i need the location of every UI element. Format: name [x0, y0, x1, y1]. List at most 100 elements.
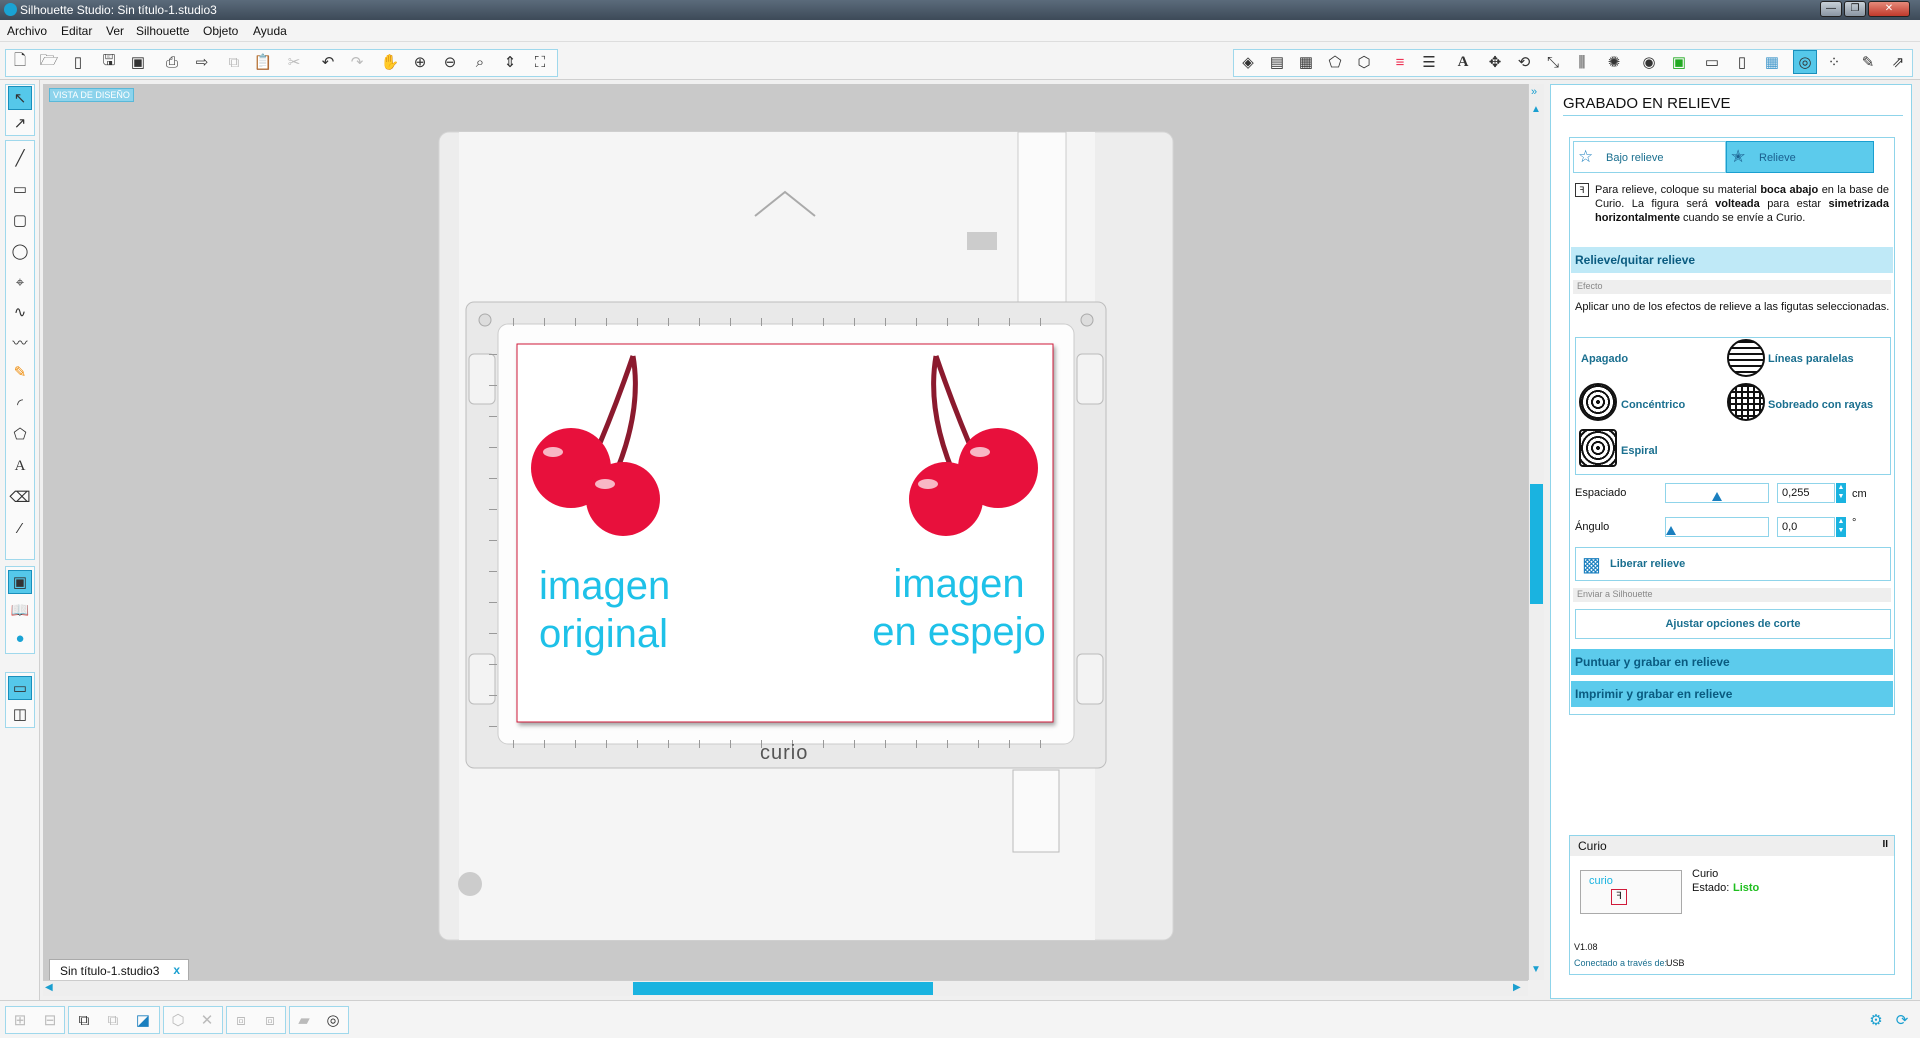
split-view-icon[interactable]: ◫: [8, 702, 32, 726]
vertical-scroll-thumb[interactable]: [1530, 484, 1543, 604]
select-tool-icon[interactable]: ↖: [8, 86, 32, 110]
fill-pattern-icon[interactable]: ▦: [1294, 50, 1318, 74]
zoom-in-icon[interactable]: ⊕: [408, 50, 432, 74]
make-compound-icon[interactable]: ⧉: [72, 1008, 96, 1032]
weld-icon[interactable]: ⬡: [166, 1008, 190, 1032]
grid-icon[interactable]: ▦: [1760, 50, 1784, 74]
cut-icon[interactable]: ✂: [282, 50, 306, 74]
angle-stepper[interactable]: ▲ ▼: [1836, 517, 1846, 537]
send-to-silhouette-icon[interactable]: ⇨: [190, 50, 214, 74]
design-canvas[interactable]: VISTA DE DISEÑO imagen original imagen e…: [43, 84, 1528, 980]
eraser-tool-icon[interactable]: ⌫: [8, 485, 32, 509]
line-tool-icon[interactable]: ╱: [8, 146, 32, 170]
open-library-icon[interactable]: ▯: [66, 50, 90, 74]
save-to-library-icon[interactable]: ▣: [126, 50, 150, 74]
arc-tool-icon[interactable]: ◜: [8, 392, 32, 416]
text-tool-icon[interactable]: A: [8, 454, 32, 478]
menu-ver[interactable]: Ver: [106, 24, 124, 38]
layers-icon[interactable]: ▯: [1730, 50, 1754, 74]
regular-polygon-tool-icon[interactable]: ⬠: [8, 422, 32, 446]
text-style-icon[interactable]: A: [1451, 50, 1475, 74]
release-compound-icon[interactable]: ⧉: [101, 1008, 125, 1032]
effect-lineas-paralelas[interactable]: Líneas paralelas: [1768, 353, 1854, 365]
bring-front-icon[interactable]: ◪: [131, 1008, 155, 1032]
scroll-right-icon[interactable]: ▶: [1513, 982, 1521, 993]
menu-objeto[interactable]: Objeto: [203, 24, 238, 38]
menu-archivo[interactable]: Archivo: [7, 24, 47, 38]
spiral-icon[interactable]: [1579, 429, 1617, 467]
tab-relieve[interactable]: ✭ Relieve: [1726, 141, 1874, 173]
send-icon[interactable]: ⇗: [1886, 50, 1910, 74]
effect-apagado[interactable]: Apagado: [1581, 353, 1628, 365]
ellipse-tool-icon[interactable]: ◯: [8, 239, 32, 263]
copy-icon[interactable]: ⧉: [222, 50, 246, 74]
duplicate-icon[interactable]: ⧈: [229, 1008, 253, 1032]
angle-slider-thumb[interactable]: [1666, 526, 1676, 535]
cut-settings-icon[interactable]: ✎: [1856, 50, 1880, 74]
concentric-icon[interactable]: [1579, 383, 1617, 421]
effect-espiral[interactable]: Espiral: [1621, 445, 1658, 457]
scroll-left-icon[interactable]: ◀: [45, 982, 53, 993]
freehand-tool-icon[interactable]: 〰: [8, 330, 32, 354]
curve-tool-icon[interactable]: ∿: [8, 300, 32, 324]
line-style-bars-icon[interactable]: ☰: [1417, 50, 1441, 74]
spacing-stepper[interactable]: ▲ ▼: [1836, 483, 1846, 503]
knife-tool-icon[interactable]: ⁄: [8, 516, 32, 540]
effect-sobreado-rayas[interactable]: Sobreado con rayas: [1768, 399, 1873, 411]
scroll-down-icon[interactable]: ▼: [1531, 964, 1541, 975]
scroll-up-icon[interactable]: ▲: [1531, 104, 1541, 115]
design-view-icon[interactable]: ▣: [8, 570, 32, 594]
fill-color-icon[interactable]: ◈: [1236, 50, 1260, 74]
scale-icon[interactable]: ⤡: [1541, 50, 1565, 74]
document-tab[interactable]: Sin título-1.studio3 x: [49, 959, 189, 980]
parallel-lines-icon[interactable]: [1727, 339, 1765, 377]
release-emboss-button[interactable]: ▩ Liberar relieve: [1575, 547, 1891, 581]
drag-zoom-icon[interactable]: ⇕: [498, 50, 522, 74]
offset-icon[interactable]: ◉: [1637, 50, 1661, 74]
transform-icon[interactable]: ✥: [1483, 50, 1507, 74]
group-icon[interactable]: ⊞: [8, 1008, 32, 1032]
redo-icon[interactable]: ↷: [345, 50, 369, 74]
align-icon[interactable]: ⫼: [1570, 50, 1594, 74]
silhouette-store-icon[interactable]: ●: [8, 626, 32, 650]
sync-icon[interactable]: ⟳: [1890, 1008, 1914, 1032]
vertical-scrollbar[interactable]: » ▲ ▼: [1528, 84, 1544, 980]
pause-icon[interactable]: II: [1882, 839, 1888, 850]
stipple-icon[interactable]: ⁘: [1822, 50, 1846, 74]
text-imagen-espejo[interactable]: imagen en espejo: [864, 560, 1054, 656]
menu-silhouette[interactable]: Silhouette: [136, 24, 189, 38]
nest-icon[interactable]: ▰: [292, 1008, 316, 1032]
tab-bajo-relieve[interactable]: ☆ Bajo relieve: [1573, 141, 1726, 173]
line-style-icon[interactable]: ⬡: [1352, 50, 1376, 74]
close-tab-icon[interactable]: x: [173, 963, 180, 977]
modify-icon[interactable]: ✺: [1602, 50, 1626, 74]
section-relieve-quitar[interactable]: Relieve/quitar relieve: [1571, 247, 1893, 273]
trace-icon[interactable]: ▣: [1667, 50, 1691, 74]
mirror-icon[interactable]: ⧈: [258, 1008, 282, 1032]
text-imagen-original[interactable]: imagen original: [539, 562, 670, 658]
pan-hand-icon[interactable]: ✋: [378, 50, 402, 74]
spacing-slider[interactable]: [1665, 483, 1769, 503]
maximize-button[interactable]: ❐: [1844, 1, 1866, 17]
smooth-freehand-tool-icon[interactable]: ✎: [8, 360, 32, 384]
collapse-panel-icon[interactable]: »: [1531, 86, 1537, 98]
library-icon[interactable]: 📖: [8, 598, 32, 622]
minimize-button[interactable]: —: [1820, 1, 1842, 17]
delete-icon[interactable]: ✕: [195, 1008, 219, 1032]
angle-input[interactable]: 0,0: [1777, 517, 1835, 537]
emboss-quick-icon[interactable]: ◎: [321, 1008, 345, 1032]
paste-icon[interactable]: 📋: [251, 50, 275, 74]
crosshatch-icon[interactable]: [1727, 383, 1765, 421]
zoom-out-icon[interactable]: ⊖: [438, 50, 462, 74]
fit-to-page-icon[interactable]: ⛶: [528, 50, 552, 74]
horizontal-scrollbar[interactable]: ◀ ▶: [43, 980, 1528, 996]
ungroup-icon[interactable]: ⊟: [38, 1008, 62, 1032]
emboss-icon[interactable]: ◎: [1793, 50, 1817, 74]
single-view-icon[interactable]: ▭: [8, 676, 32, 700]
spacing-input[interactable]: 0,255: [1777, 483, 1835, 503]
adjust-cut-options-button[interactable]: Ajustar opciones de corte: [1575, 609, 1891, 639]
menu-ayuda[interactable]: Ayuda: [253, 24, 287, 38]
section-puntuar-grabar[interactable]: Puntuar y grabar en relieve: [1571, 649, 1893, 675]
rounded-rectangle-tool-icon[interactable]: ▢: [8, 208, 32, 232]
fill-gradient-icon[interactable]: ▤: [1265, 50, 1289, 74]
